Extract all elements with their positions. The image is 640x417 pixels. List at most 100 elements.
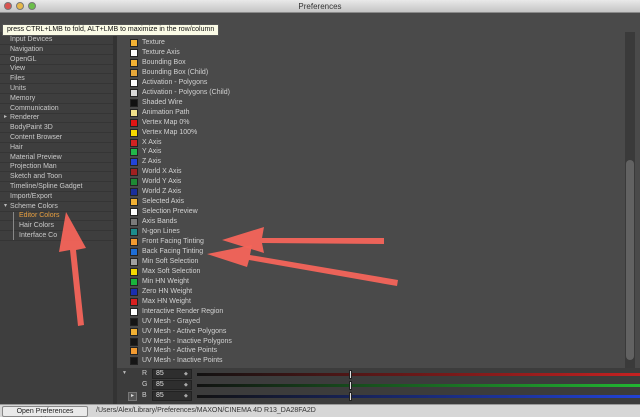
color-row[interactable]: Min Soft Selection: [130, 257, 620, 267]
color-swatch[interactable]: [130, 88, 138, 97]
color-row[interactable]: Texture: [130, 38, 620, 48]
color-swatch[interactable]: [130, 98, 138, 107]
color-row[interactable]: Selection Preview: [130, 207, 620, 217]
color-row[interactable]: Animation Path: [130, 108, 620, 118]
blue-slider-knob[interactable]: [349, 392, 352, 401]
scrollbar-thumb[interactable]: [626, 160, 634, 360]
color-swatch[interactable]: [130, 228, 138, 237]
color-row[interactable]: Vertex Map 100%: [130, 128, 620, 138]
tree-item[interactable]: Communication: [10, 104, 59, 113]
color-row[interactable]: Activation - Polygons: [130, 78, 620, 88]
color-swatch[interactable]: [130, 168, 138, 177]
fold-arrow-icon[interactable]: ▸: [4, 114, 8, 120]
color-row[interactable]: Selected Axis: [130, 197, 620, 207]
color-swatch[interactable]: [130, 247, 138, 256]
color-row[interactable]: Min HN Weight: [130, 277, 620, 287]
color-row[interactable]: X Axis: [130, 138, 620, 148]
color-swatch[interactable]: [130, 198, 138, 207]
green-stepper-icon[interactable]: ◆: [184, 382, 190, 388]
tree-item[interactable]: Renderer: [10, 113, 39, 122]
color-swatch[interactable]: [130, 257, 138, 266]
collapse-arrow-icon[interactable]: ▼: [122, 370, 127, 376]
color-row[interactable]: Vertex Map 0%: [130, 118, 620, 128]
color-row[interactable]: UV Mesh - Active Polygons: [130, 327, 620, 337]
color-row[interactable]: Y Axis: [130, 147, 620, 157]
color-mode-toggle-icon[interactable]: ▸: [128, 392, 137, 401]
tree-item[interactable]: OpenGL: [10, 55, 36, 64]
tree-item[interactable]: Import/Export: [10, 192, 52, 201]
fold-arrow-icon[interactable]: ▾: [4, 203, 8, 209]
color-row[interactable]: World Y Axis: [130, 177, 620, 187]
tree-item[interactable]: Memory: [10, 94, 35, 103]
color-row[interactable]: Back Facing Tinting: [130, 247, 620, 257]
color-swatch[interactable]: [130, 78, 138, 87]
color-swatch[interactable]: [130, 317, 138, 326]
tree-item[interactable]: BodyPaint 3D: [10, 123, 53, 132]
color-row[interactable]: Max HN Weight: [130, 297, 620, 307]
color-swatch[interactable]: [130, 158, 138, 167]
tree-item[interactable]: Files: [10, 74, 25, 83]
open-preferences-folder-button[interactable]: Open Preferences Folder...: [2, 406, 88, 417]
color-swatch[interactable]: [130, 307, 138, 316]
color-swatch[interactable]: [130, 238, 138, 246]
color-swatch[interactable]: [130, 277, 138, 286]
color-row[interactable]: Max Soft Selection: [130, 267, 620, 277]
tree-item[interactable]: View: [10, 64, 25, 73]
tree-item[interactable]: Hair: [10, 143, 23, 152]
tree-item[interactable]: Hair Colors: [19, 221, 54, 230]
tree-item[interactable]: Input Devices: [10, 35, 52, 44]
color-row[interactable]: UV Mesh - Inactive Polygons: [130, 337, 620, 347]
color-swatch[interactable]: [130, 297, 138, 306]
color-row[interactable]: Bounding Box (Child): [130, 68, 620, 78]
tree-item[interactable]: Interface Co: [19, 231, 57, 240]
color-row[interactable]: Z Axis: [130, 157, 620, 167]
color-swatch[interactable]: [130, 48, 138, 57]
color-swatch[interactable]: [130, 39, 138, 47]
color-row[interactable]: UV Mesh - Active Points: [130, 346, 620, 356]
color-swatch[interactable]: [130, 128, 138, 137]
color-row[interactable]: UV Mesh - Grayed: [130, 317, 620, 327]
tree-item[interactable]: Editor Colors: [19, 211, 59, 220]
color-swatch[interactable]: [130, 337, 138, 346]
color-swatch[interactable]: [130, 118, 138, 127]
color-row[interactable]: Axis Bands: [130, 217, 620, 227]
tree-item[interactable]: Navigation: [10, 45, 43, 54]
color-row[interactable]: Interactive Render Region: [130, 307, 620, 317]
color-row[interactable]: N-gon Lines: [130, 227, 620, 237]
color-swatch[interactable]: [130, 108, 138, 117]
green-slider[interactable]: [197, 381, 640, 390]
color-swatch[interactable]: [130, 267, 138, 276]
color-row[interactable]: Bounding Box: [130, 58, 620, 68]
color-swatch[interactable]: [130, 148, 138, 157]
color-swatch[interactable]: [130, 178, 138, 187]
color-swatch[interactable]: [130, 188, 138, 197]
tree-item[interactable]: Material Preview: [10, 153, 62, 162]
color-swatch[interactable]: [130, 327, 138, 336]
color-row[interactable]: Front Facing Tinting: [130, 237, 620, 247]
tree-item[interactable]: Sketch and Toon: [10, 172, 62, 181]
color-swatch[interactable]: [130, 208, 138, 217]
color-swatch[interactable]: [130, 347, 138, 356]
color-swatch[interactable]: [130, 138, 138, 147]
red-slider-knob[interactable]: [349, 370, 352, 379]
color-row[interactable]: Zero HN Weight: [130, 287, 620, 297]
color-swatch[interactable]: [130, 287, 138, 296]
color-swatch[interactable]: [130, 357, 138, 366]
color-swatch[interactable]: [130, 218, 138, 227]
green-slider-knob[interactable]: [349, 381, 352, 390]
color-row[interactable]: Activation - Polygons (Child): [130, 88, 620, 98]
tree-item[interactable]: Content Browser: [10, 133, 62, 142]
color-row[interactable]: World Z Axis: [130, 187, 620, 197]
red-stepper-icon[interactable]: ◆: [184, 371, 190, 377]
tree-item[interactable]: Scheme Colors: [10, 202, 58, 211]
red-slider[interactable]: [197, 370, 640, 379]
tree-item[interactable]: Units: [10, 84, 26, 93]
blue-slider[interactable]: [197, 392, 640, 401]
color-row[interactable]: World X Axis: [130, 167, 620, 177]
color-swatch[interactable]: [130, 68, 138, 77]
blue-stepper-icon[interactable]: ◆: [184, 393, 190, 399]
color-swatch[interactable]: [130, 58, 138, 67]
color-row[interactable]: Shaded Wire: [130, 98, 620, 108]
color-row[interactable]: UV Mesh - Inactive Points: [130, 356, 620, 366]
tree-item[interactable]: Timeline/Spline Gadget: [10, 182, 83, 191]
